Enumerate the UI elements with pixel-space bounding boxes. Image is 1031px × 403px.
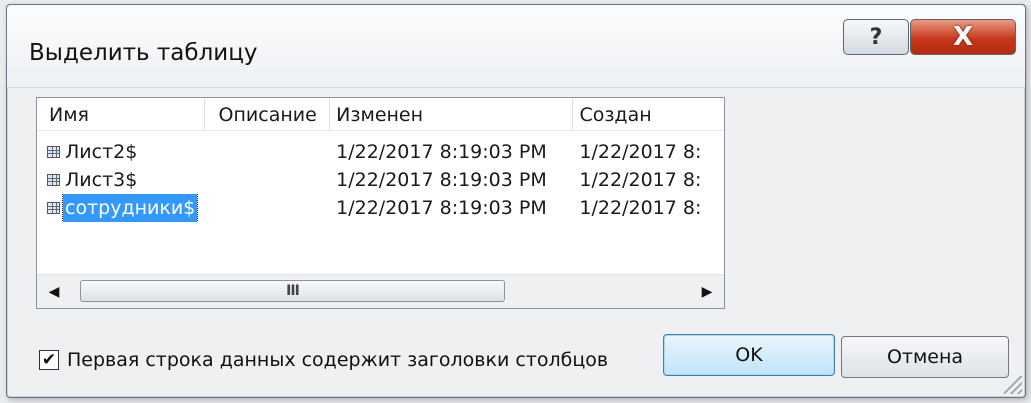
cancel-button[interactable]: Отмена: [841, 336, 1009, 378]
horizontal-scrollbar[interactable]: ◀ III ▶: [37, 274, 724, 308]
ok-button[interactable]: OK: [663, 334, 835, 376]
list-item[interactable]: Лист3$ 1/22/2017 8:19:03 PM 1/22/2017 8:: [37, 166, 724, 194]
list-item-modified: 1/22/2017 8:19:03 PM: [336, 169, 547, 191]
column-header-name[interactable]: Имя: [37, 98, 205, 130]
table-list[interactable]: Имя Описание Изменен Создан Лист2$ 1/22/…: [36, 97, 725, 309]
list-item-name-cell: Лист3$: [37, 166, 330, 194]
column-header-modified[interactable]: Изменен: [330, 98, 574, 130]
list-item-selected[interactable]: сотрудники$ 1/22/2017 8:19:03 PM 1/22/20…: [37, 194, 724, 222]
list-item-name: Лист3$: [65, 169, 138, 191]
close-icon: X: [952, 22, 974, 52]
scrollbar-thumb[interactable]: III: [80, 280, 505, 302]
first-row-headers-option[interactable]: ✔ Первая строка данных содержит заголовк…: [39, 349, 608, 371]
list-item-name-cell: сотрудники$: [37, 194, 330, 222]
list-item-name: Лист2$: [65, 141, 138, 163]
list-item-name: сотрудники$: [61, 194, 199, 222]
dialog-title: Выделить таблицу: [29, 40, 258, 66]
title-bar[interactable]: Выделить таблицу ? X: [7, 5, 1025, 88]
list-item-created: 1/22/2017 8:: [579, 169, 702, 191]
column-header-created[interactable]: Создан: [573, 98, 724, 130]
checkmark-icon: ✔: [41, 350, 57, 370]
list-item-created: 1/22/2017 8:: [579, 141, 702, 163]
list-item-modified: 1/22/2017 8:19:03 PM: [336, 197, 547, 219]
resize-grip-icon[interactable]: [1004, 376, 1022, 394]
select-table-dialog: Выделить таблицу ? X Имя Описание Измене…: [6, 4, 1026, 398]
list-item-created: 1/22/2017 8:: [579, 197, 702, 219]
first-row-headers-label: Первая строка данных содержит заголовки …: [67, 349, 609, 371]
close-button[interactable]: X: [910, 19, 1016, 55]
first-row-headers-checkbox[interactable]: ✔: [39, 350, 59, 370]
help-button[interactable]: ?: [843, 19, 909, 55]
list-item-name-cell: Лист2$: [37, 138, 330, 166]
table-icon: [47, 202, 60, 214]
grip-icon: III: [286, 283, 300, 299]
column-header-description[interactable]: Описание: [205, 98, 331, 130]
table-icon: [47, 146, 60, 158]
scroll-right-icon[interactable]: ▶: [690, 275, 724, 308]
scroll-left-icon[interactable]: ◀: [37, 275, 71, 308]
list-item-modified: 1/22/2017 8:19:03 PM: [336, 141, 547, 163]
help-icon: ?: [869, 24, 883, 50]
list-header: Имя Описание Изменен Создан: [37, 98, 724, 131]
table-icon: [47, 174, 60, 186]
list-item[interactable]: Лист2$ 1/22/2017 8:19:03 PM 1/22/2017 8:: [37, 138, 724, 166]
